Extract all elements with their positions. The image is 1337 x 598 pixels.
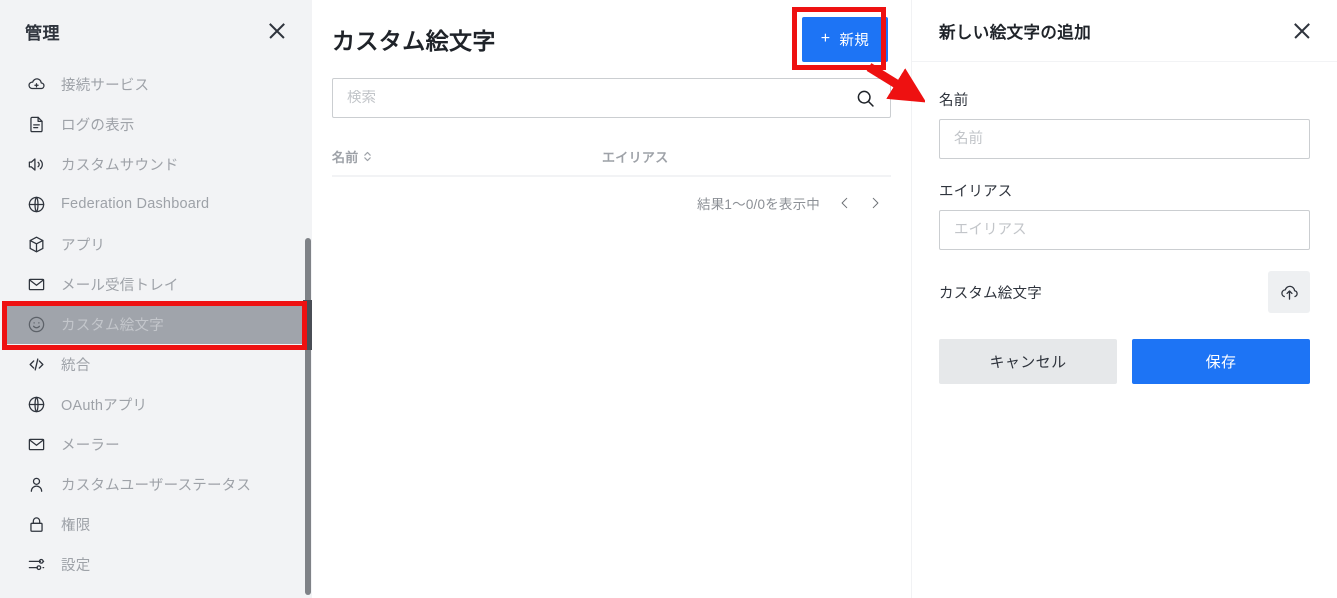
envelope-icon (26, 434, 46, 454)
chevron-right-icon[interactable] (862, 190, 888, 216)
cloud-plus-icon (26, 74, 46, 94)
sliders-icon (26, 554, 46, 574)
add-emoji-panel: 新しい絵文字の追加 名前 エイリアス カスタム絵文字 キャンセル 保存 (911, 0, 1337, 598)
search-input[interactable] (347, 90, 855, 106)
sidebar-item-label: カスタムサウンド (61, 157, 179, 174)
sidebar-nav: 接続サービス ログの表示 カスタムサウンド Federation Dashboa… (0, 62, 312, 584)
lock-icon (26, 514, 46, 534)
alias-field-label: エイリアス (939, 184, 1013, 200)
panel-actions: キャンセル 保存 (939, 339, 1310, 384)
sidebar-title: 管理 (25, 23, 60, 43)
main-header: カスタム絵文字 + 新規 (312, 0, 911, 78)
sidebar-item-permissions[interactable]: 権限 (4, 504, 308, 544)
main-content: カスタム絵文字 + 新規 名前 エ (312, 0, 911, 598)
panel-header: 新しい絵文字の追加 (912, 0, 1337, 62)
sidebar-item-oauth-apps[interactable]: OAuthアプリ (4, 384, 308, 424)
sidebar-item-settings[interactable]: 設定 (4, 544, 308, 584)
page-title: カスタム絵文字 (332, 28, 496, 54)
admin-window: 管理 接続サービス ログの表示 カスタムサウンド Federation Dash… (0, 0, 1337, 598)
sidebar-item-custom-emoji[interactable]: カスタム絵文字 (4, 304, 308, 344)
sidebar-item-label: メーラー (61, 437, 120, 454)
close-icon[interactable] (1289, 18, 1315, 44)
alias-field[interactable] (939, 210, 1310, 250)
pagination: 結果1〜0/0を表示中 (312, 177, 911, 229)
plus-icon: + (820, 30, 831, 47)
sidebar-item-label: メール受信トレイ (61, 277, 179, 294)
smiley-icon (26, 314, 46, 334)
person-icon (26, 474, 46, 494)
sidebar-scrollbar[interactable] (305, 238, 311, 595)
sidebar-item-apps[interactable]: アプリ (4, 224, 308, 264)
alias-field-group: エイリアス (939, 180, 1310, 250)
sidebar-item-label: ログの表示 (61, 117, 135, 134)
sidebar-item-label: OAuthアプリ (61, 397, 148, 414)
column-header-label: 名前 (332, 149, 359, 165)
document-icon (26, 114, 46, 134)
search-bar[interactable] (332, 78, 891, 118)
sidebar-item-label: カスタムユーザーステータス (61, 477, 252, 494)
sidebar-item-label: 統合 (61, 357, 91, 374)
close-icon[interactable] (264, 18, 290, 44)
sidebar-item-label: Federation Dashboard (61, 196, 210, 212)
pagination-summary: 結果1〜0/0を表示中 (697, 197, 820, 212)
speaker-icon (26, 154, 46, 174)
new-button-label: 新規 (839, 32, 869, 49)
name-field[interactable] (939, 119, 1310, 159)
code-icon (26, 354, 46, 374)
sidebar-item-label: カスタム絵文字 (61, 317, 164, 334)
sidebar-item-label: 設定 (61, 557, 91, 574)
sidebar-item-custom-user-status[interactable]: カスタムユーザーステータス (4, 464, 308, 504)
sidebar-item-label: 権限 (61, 517, 91, 534)
sidebar-item-custom-sounds[interactable]: カスタムサウンド (4, 144, 308, 184)
sidebar-item-mailer[interactable]: メーラー (4, 424, 308, 464)
sidebar-header: 管理 (0, 0, 312, 62)
column-header-name[interactable]: 名前 (332, 147, 602, 166)
main-body: 名前 エイリアス (312, 78, 911, 177)
panel-title: 新しい絵文字の追加 (939, 23, 1092, 42)
name-field-group: 名前 (939, 89, 1310, 159)
globe-icon (26, 194, 46, 214)
name-field-label: 名前 (939, 93, 969, 109)
sidebar-item-view-logs[interactable]: ログの表示 (4, 104, 308, 144)
custom-emoji-upload-row: カスタム絵文字 (939, 271, 1310, 313)
cancel-button[interactable]: キャンセル (939, 339, 1117, 384)
sidebar-item-mail-inbox[interactable]: メール受信トレイ (4, 264, 308, 304)
sidebar-item-federation-dashboard[interactable]: Federation Dashboard (4, 184, 308, 224)
new-button[interactable]: + 新規 (801, 16, 888, 62)
column-header-label: エイリアス (602, 149, 669, 165)
sidebar-scrollbar-thumb[interactable] (303, 300, 312, 350)
sidebar-item-connected-services[interactable]: 接続サービス (4, 64, 308, 104)
globe-icon (26, 394, 46, 414)
column-header-alias: エイリアス (602, 147, 891, 166)
cube-icon (26, 234, 46, 254)
custom-emoji-label: カスタム絵文字 (939, 285, 1042, 302)
save-button[interactable]: 保存 (1132, 339, 1310, 384)
sidebar-item-label: 接続サービス (61, 77, 150, 94)
sidebar-item-label: アプリ (61, 237, 106, 254)
sort-arrows-icon[interactable] (363, 150, 372, 163)
panel-body: 名前 エイリアス カスタム絵文字 キャンセル 保存 (912, 62, 1337, 384)
sidebar-item-integrations[interactable]: 統合 (4, 344, 308, 384)
chevron-left-icon[interactable] (832, 190, 858, 216)
table-header-row: 名前 エイリアス (332, 137, 891, 177)
search-icon[interactable] (855, 88, 876, 109)
envelope-icon (26, 274, 46, 294)
cloud-upload-icon[interactable] (1268, 271, 1310, 313)
admin-sidebar: 管理 接続サービス ログの表示 カスタムサウンド Federation Dash… (0, 0, 312, 598)
